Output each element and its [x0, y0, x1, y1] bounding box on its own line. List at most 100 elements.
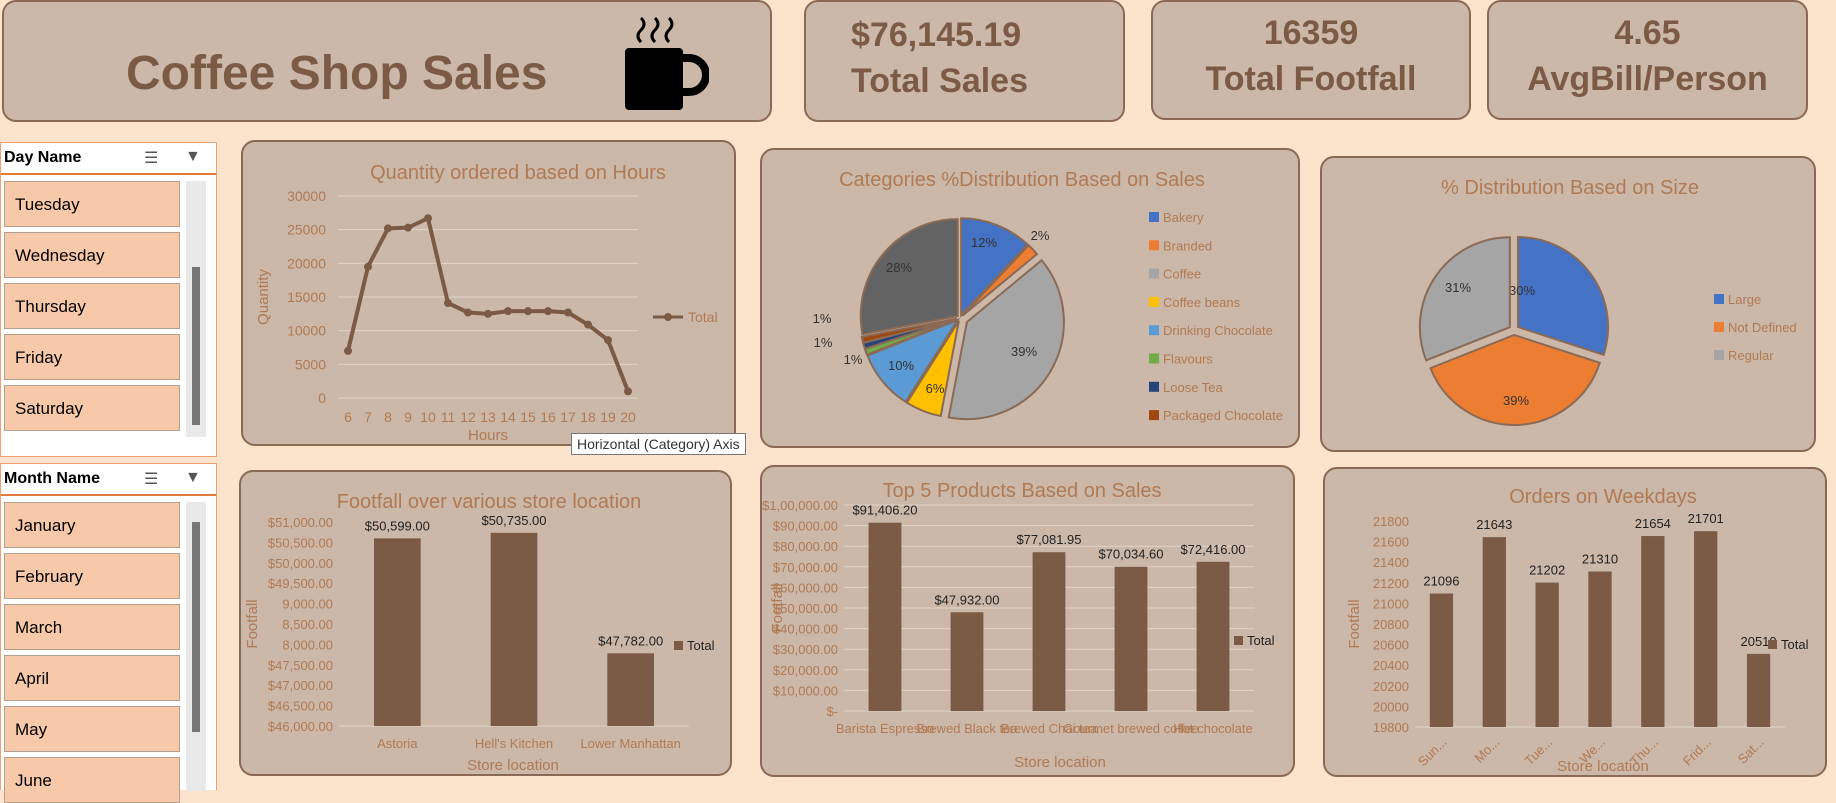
- clear-filter-icon[interactable]: ▼: [185, 148, 201, 166]
- y-tick-label: 5000: [295, 356, 326, 372]
- y-tick-label: $90,000.00: [773, 519, 838, 534]
- bar: [950, 612, 984, 711]
- y-tick-label: 15000: [287, 289, 326, 305]
- slicer-item[interactable]: May: [4, 706, 180, 752]
- x-tick-label: 10: [420, 409, 436, 425]
- legend-label: Large: [1728, 292, 1761, 307]
- x-tick-label: 19: [600, 409, 616, 425]
- y-tick-label: $47,500.00: [268, 658, 333, 673]
- legend-swatch: [1714, 350, 1724, 360]
- kpi-value: 16359: [1263, 14, 1359, 52]
- kpi-label: Total Sales: [851, 62, 1028, 100]
- data-point: [604, 336, 612, 345]
- legend-label: Branded: [1163, 238, 1212, 253]
- slicer-item[interactable]: January: [4, 502, 180, 548]
- slicer-item[interactable]: March: [4, 604, 180, 650]
- slicer-scrollbar[interactable]: [186, 181, 206, 437]
- x-tick-label: 8: [384, 409, 392, 425]
- slicer-header: Month Name ☰ ▼: [1, 464, 216, 496]
- data-point: [424, 214, 432, 223]
- scrollbar-thumb[interactable]: [192, 522, 200, 732]
- slicer-item[interactable]: Tuesday: [4, 181, 180, 227]
- slice-label: 31%: [1445, 280, 1471, 295]
- x-tick-label: Sun...: [1415, 735, 1450, 770]
- y-tick-label: $49,500.00: [268, 576, 333, 591]
- y-tick-label: 21600: [1373, 535, 1409, 550]
- slicer-item[interactable]: June: [4, 757, 180, 803]
- y-tick-label: 9,000.00: [282, 597, 333, 612]
- x-tick-label: 11: [441, 409, 456, 425]
- data-point: [384, 224, 392, 233]
- legend-swatch: [1149, 381, 1159, 392]
- y-tick-label: $51,000.00: [268, 515, 333, 530]
- y-tick-label: 21200: [1373, 576, 1409, 591]
- legend-swatch: [1149, 240, 1159, 251]
- slicer-item[interactable]: February: [4, 553, 180, 599]
- y-tick-label: 20000: [1373, 699, 1409, 714]
- x-axis-label: Store location: [467, 757, 559, 774]
- legend-swatch: [1234, 636, 1243, 645]
- pie-chart: Categories %Distribution Based on Sales 1…: [813, 169, 1283, 423]
- x-tick-label: 17: [560, 409, 576, 425]
- legend-label: Total: [688, 309, 718, 325]
- data-point: [364, 262, 372, 271]
- slicer-item[interactable]: Thursday: [4, 283, 180, 329]
- y-tick-label: $46,500.00: [268, 699, 333, 714]
- multi-select-icon[interactable]: ☰: [144, 148, 158, 168]
- data-label: $70,034.60: [1098, 547, 1163, 562]
- bar: [490, 532, 538, 726]
- bar: [868, 522, 902, 711]
- multi-select-icon[interactable]: ☰: [144, 469, 158, 489]
- data-label: $47,782.00: [598, 633, 663, 648]
- slicer-item[interactable]: Friday: [4, 334, 180, 380]
- chart-footfall-by-location: Footfall over various store location $46,…: [239, 470, 732, 776]
- legend-label: Total: [1247, 633, 1275, 648]
- bar: [1588, 571, 1612, 727]
- y-tick-label: $50,500.00: [268, 535, 333, 550]
- chart-title: % Distribution Based on Size: [1441, 177, 1699, 199]
- slice-label: 39%: [1011, 344, 1037, 359]
- x-axis-label: Hours: [468, 427, 508, 444]
- bar: [374, 538, 421, 726]
- kpi-value: 4.65: [1614, 14, 1681, 52]
- x-tick-label: 13: [480, 409, 496, 425]
- slicer-scrollbar[interactable]: [186, 502, 206, 791]
- bar: [1114, 566, 1148, 711]
- clear-filter-icon[interactable]: ▼: [185, 469, 201, 487]
- data-point: [624, 387, 632, 396]
- data-label: $91,406.20: [852, 503, 917, 518]
- bar-chart: Orders on Weekdays 19800 20000 20200 20400 20…: [1346, 486, 1809, 775]
- data-label: 21202: [1529, 563, 1565, 578]
- slice-label: 1%: [813, 311, 832, 326]
- y-tick-label: $30,000.00: [773, 642, 838, 657]
- slice-label: 12%: [971, 235, 997, 250]
- slicer-item[interactable]: April: [4, 655, 180, 701]
- data-label: 21643: [1476, 517, 1512, 532]
- kpi-label: Total Footfall: [1205, 60, 1417, 98]
- slicer-item[interactable]: Wednesday: [4, 232, 180, 278]
- y-tick-label: 20600: [1373, 638, 1409, 653]
- series-line: [346, 215, 630, 392]
- legend-label: Drinking Chocolate: [1163, 323, 1273, 338]
- legend-label: Flavours: [1163, 352, 1213, 367]
- data-label: $47,932.00: [934, 592, 999, 607]
- y-tick-label: 10000: [287, 323, 326, 339]
- slice-label: 1%: [844, 352, 863, 367]
- data-label: $50,735.00: [481, 513, 546, 528]
- scrollbar-thumb[interactable]: [192, 267, 200, 425]
- data-point: [524, 307, 532, 316]
- kpi-label: AvgBill/Person: [1527, 60, 1768, 98]
- x-tick-label: Sat...: [1735, 735, 1767, 767]
- y-tick-label: 19800: [1373, 720, 1409, 735]
- legend-label: Not Defined: [1728, 320, 1797, 335]
- y-tick-label: $80,000.00: [773, 539, 838, 554]
- legend-label: Packaged Chocolate: [1163, 408, 1283, 423]
- bar: [1429, 593, 1454, 727]
- slice-label: 28%: [886, 260, 912, 275]
- slice-label: 30%: [1509, 283, 1535, 298]
- kpi-value: $76,145.19: [851, 16, 1022, 54]
- slicer-item[interactable]: Saturday: [4, 385, 180, 431]
- legend-label: Coffee beans: [1163, 295, 1241, 310]
- slice-label: 39%: [1503, 393, 1529, 408]
- data-label: $77,081.95: [1016, 532, 1081, 547]
